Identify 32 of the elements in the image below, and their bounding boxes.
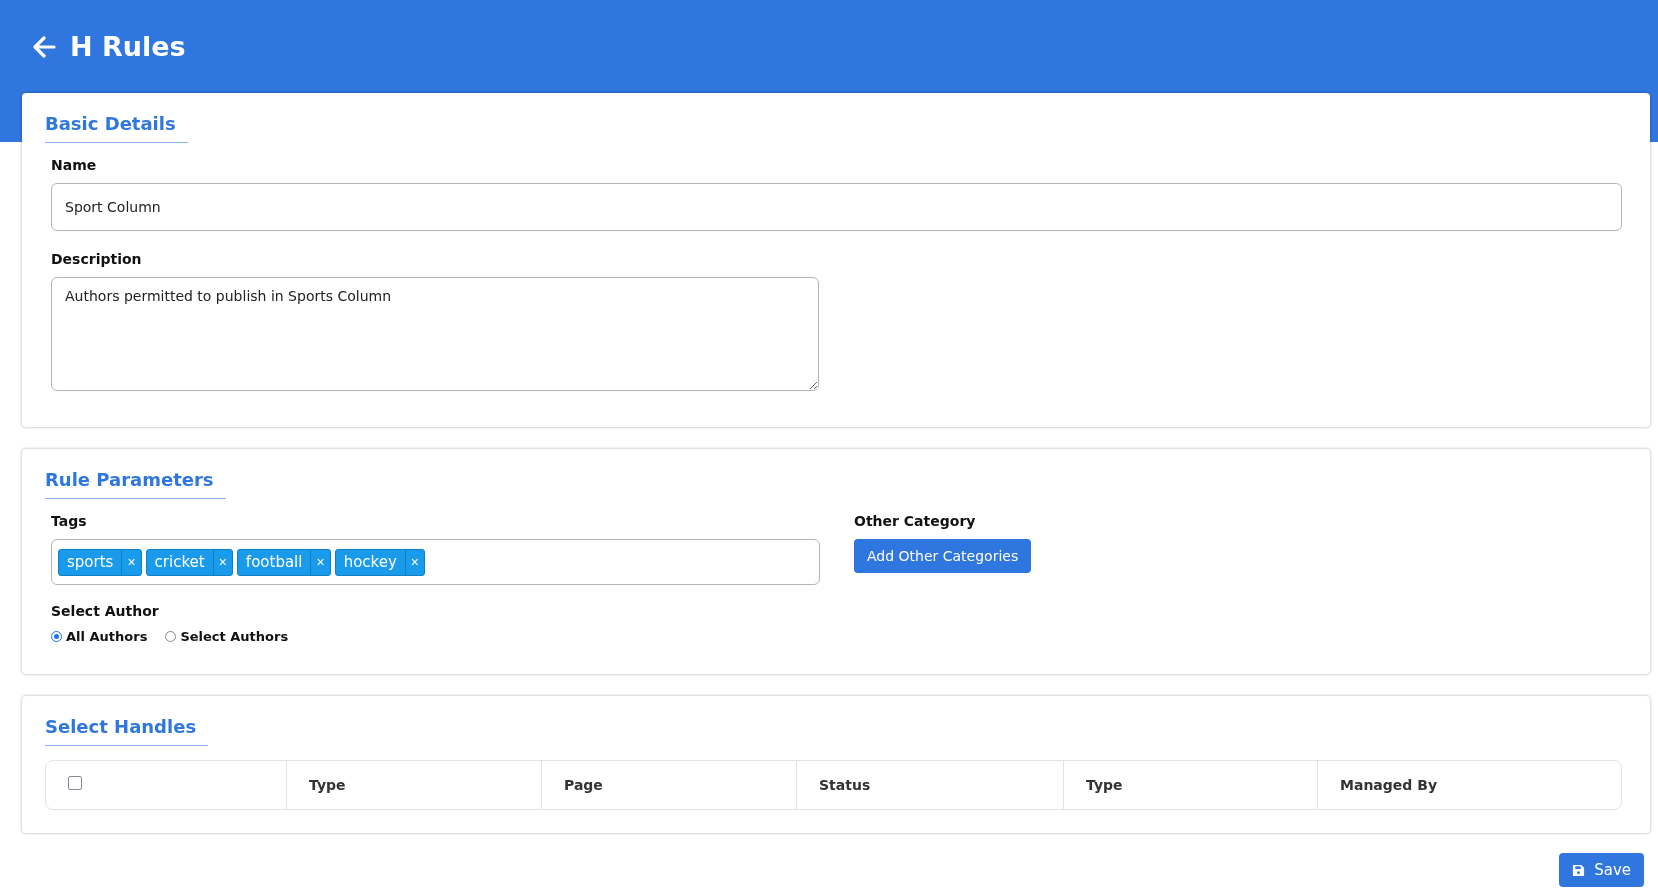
field-label: Name	[51, 157, 97, 173]
back-button[interactable]	[32, 35, 56, 58]
tag-label: cricket	[146, 549, 214, 575]
page-title: H Rules	[70, 31, 186, 62]
description-field[interactable]: Authors permitted to publish in Sports Column	[51, 277, 819, 391]
save-button[interactable]: Save	[1559, 853, 1644, 887]
column-header: Managed By	[1317, 761, 1621, 809]
column-header: Page	[541, 761, 796, 809]
tags-field[interactable]: sports × cricket × football × hockey ×	[51, 539, 820, 585]
column-header: Type	[1063, 761, 1317, 809]
remove-tag-button[interactable]: ×	[311, 549, 330, 575]
select-all-checkbox[interactable]	[68, 776, 82, 790]
remove-tag-button[interactable]: ×	[213, 549, 232, 575]
tag-label: hockey	[335, 549, 406, 575]
field-label: Other Category	[854, 513, 976, 529]
column-header: Type	[286, 761, 541, 809]
name-field[interactable]: Sport Column	[51, 183, 1622, 231]
tag-label: football	[237, 549, 312, 575]
section-title: Rule Parameters	[45, 469, 226, 499]
arrow-left-icon	[32, 35, 56, 58]
remove-tag-button[interactable]: ×	[405, 549, 424, 575]
add-categories-button[interactable]: Add Other Categories	[854, 539, 1032, 573]
tag-label: sports	[59, 549, 123, 575]
radio-label: Select Authors	[180, 629, 289, 644]
section-title: Select Handles	[45, 716, 209, 746]
remove-tag-button[interactable]: ×	[122, 549, 141, 575]
field-label: Tags	[51, 513, 87, 529]
section-title: Basic Details	[45, 113, 188, 143]
column-header: Status	[796, 761, 1063, 809]
field-label: Select Author	[51, 603, 159, 619]
field-label: Description	[51, 251, 142, 267]
radio-label: All Authors	[66, 629, 148, 644]
